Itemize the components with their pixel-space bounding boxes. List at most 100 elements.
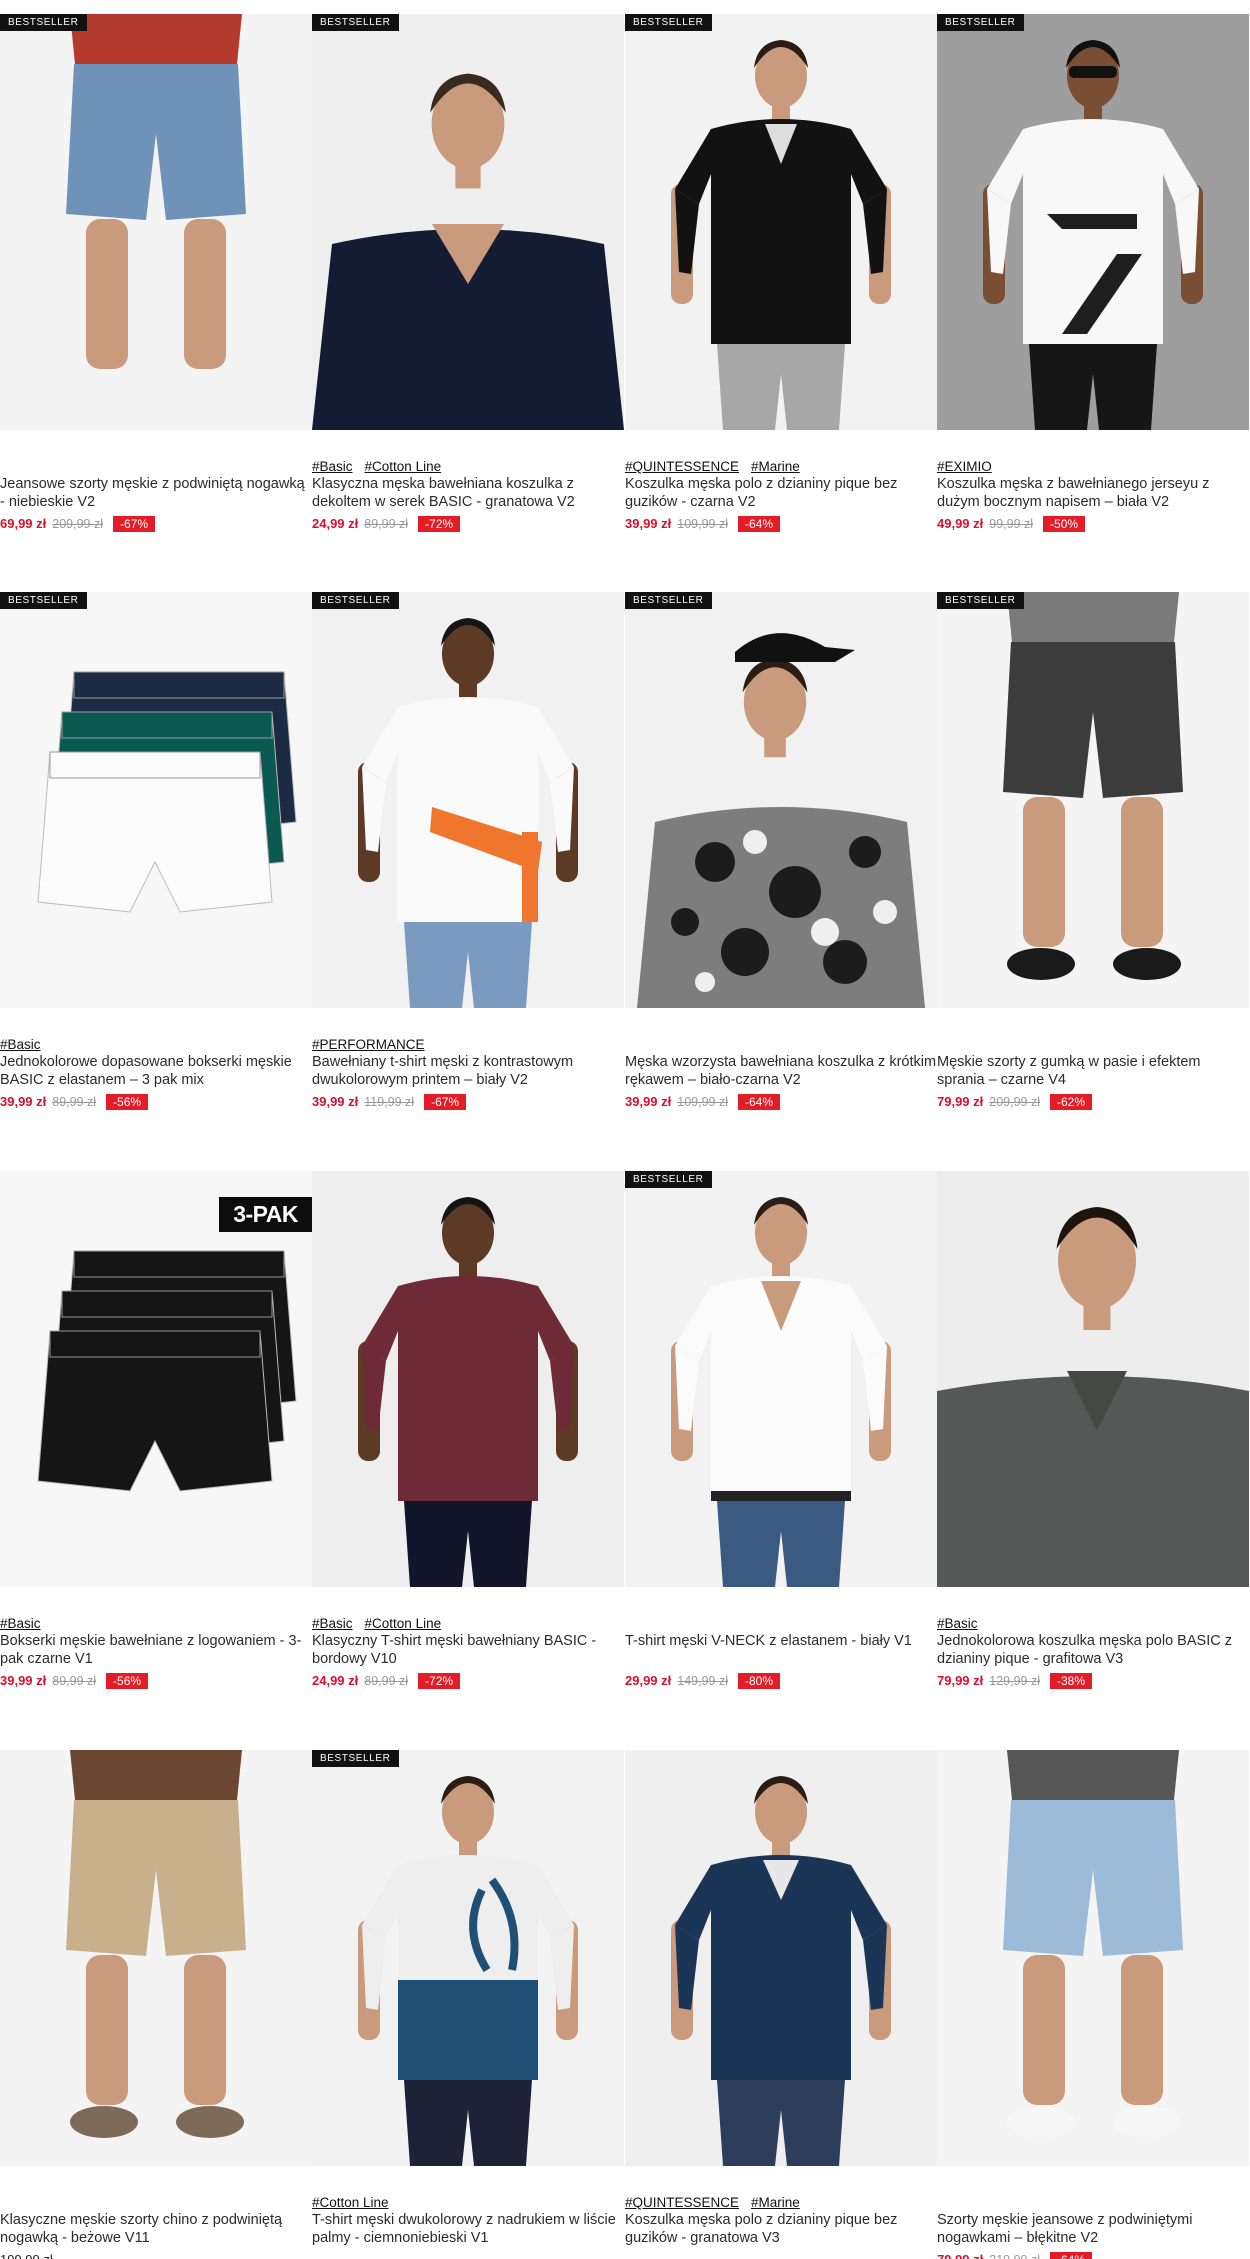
product-card[interactable]: BESTSELLER #QUINTESSENCE #Marine Koszulka m…	[625, 14, 937, 532]
collection-tags	[625, 1615, 937, 1632]
product-info: T-shirt męski V-NECK z elastanem - biały…	[625, 1615, 937, 1689]
collection-tag-link[interactable]: #Cotton Line	[365, 459, 442, 474]
old-price: 99,99 zł	[989, 517, 1034, 531]
product-image[interactable]: 3-PAK	[0, 1171, 312, 1587]
collection-tag-link[interactable]: #QUINTESSENCE	[625, 459, 739, 474]
product-card[interactable]: BESTSELLER #PERFORMANCE Bawełniany t-shirt…	[312, 592, 624, 1110]
product-card[interactable]: Klasyczne męskie szorty chino z podwinię…	[0, 1750, 312, 2259]
collection-tags: #Basic	[937, 1615, 1249, 1632]
product-card[interactable]: BESTSELLER Męska wzorzysta bawełniana kos…	[625, 592, 937, 1110]
old-price: 209,99 zł	[989, 1095, 1040, 1109]
collection-tags	[937, 1036, 1249, 1053]
collection-tag-link[interactable]: #Marine	[751, 459, 800, 474]
product-image[interactable]: BESTSELLER	[625, 592, 937, 1008]
collection-tag-link[interactable]: #Basic	[312, 1616, 353, 1631]
collection-tag-link[interactable]: #Marine	[751, 2195, 800, 2210]
product-name[interactable]: Koszulka męska polo z dzianiny pique bez…	[625, 2211, 937, 2247]
collection-tag-link[interactable]: #QUINTESSENCE	[625, 2195, 739, 2210]
product-name[interactable]: Męskie szorty z gumką w pasie i efektem …	[937, 1053, 1249, 1089]
collection-tags	[937, 2194, 1249, 2211]
product-image[interactable]: BESTSELLER	[0, 592, 312, 1008]
product-info: #PERFORMANCE Bawełniany t-shirt męski z k…	[312, 1036, 624, 1110]
collection-tag-link[interactable]: #Cotton Line	[312, 2195, 389, 2210]
product-name[interactable]: Koszulka męska polo z dzianiny pique bez…	[625, 475, 937, 511]
product-image[interactable]: BESTSELLER	[312, 592, 624, 1008]
product-info: Jeansowe szorty męskie z podwiniętą noga…	[0, 458, 312, 532]
collection-tags: #Basic #Cotton Line	[312, 1615, 624, 1632]
old-price: 119,99 zł	[364, 1095, 415, 1109]
product-card[interactable]: BESTSELLER #Cotton Line T-shirt męski dwuk…	[312, 1750, 624, 2246]
product-image[interactable]	[625, 1750, 937, 2166]
product-card[interactable]: #Basic Jednokolorowa koszulka męska polo …	[937, 1171, 1249, 1689]
discount-badge: -56%	[106, 1094, 149, 1110]
product-name[interactable]: Jeansowe szorty męskie z podwiniętą noga…	[0, 475, 312, 511]
old-price: 149,99 zł	[677, 1674, 728, 1688]
bestseller-badge: BESTSELLER	[312, 592, 400, 609]
product-card[interactable]: BESTSELLER #Basic #Cotton Line Klasyczna mę…	[312, 14, 624, 532]
collection-tags	[0, 458, 312, 475]
product-info: #Basic #Cotton Line Klasyczny T-shirt męsk…	[312, 1615, 624, 1689]
current-price: 79,99 zł	[937, 2252, 983, 2259]
old-price: 109,99 zł	[677, 1095, 728, 1109]
collection-tag-link[interactable]: #Cotton Line	[365, 1616, 442, 1631]
product-name[interactable]: Jednokolorowe dopasowane bokserki męskie…	[0, 1053, 312, 1089]
product-card[interactable]: Szorty męskie jeansowe z podwiniętymi no…	[937, 1750, 1249, 2259]
collection-tag-link[interactable]: #Basic	[937, 1616, 978, 1631]
current-price: 24,99 zł	[312, 1673, 359, 1688]
product-name[interactable]: Bokserki męskie bawełniane z logowaniem …	[0, 1632, 312, 1668]
product-image[interactable]: BESTSELLER	[937, 592, 1249, 1008]
product-image[interactable]	[937, 1750, 1249, 2166]
old-price: 219,99 zł	[989, 2253, 1040, 2259]
product-name[interactable]: Bawełniany t-shirt męski z kontrastowym …	[312, 1053, 624, 1089]
product-image[interactable]: BESTSELLER	[312, 1750, 624, 2166]
price-row: 79,99 zł 219,99 zł -64%	[937, 2252, 1249, 2259]
product-card[interactable]: #QUINTESSENCE #Marine Koszulka męska polo …	[625, 1750, 937, 2246]
product-image[interactable]	[312, 1171, 624, 1587]
product-card[interactable]: 3-PAK #Basic Bokserki męskie bawełniane z …	[0, 1171, 312, 1689]
product-card[interactable]: BESTSELLER Męskie szorty z gumką w pasie …	[937, 592, 1249, 1110]
bestseller-badge: BESTSELLER	[937, 592, 1025, 609]
product-image[interactable]: BESTSELLER	[625, 14, 937, 430]
product-name[interactable]: Szorty męskie jeansowe z podwiniętymi no…	[937, 2211, 1249, 2247]
collection-tag-link[interactable]: #PERFORMANCE	[312, 1037, 425, 1052]
collection-tag-link[interactable]: #EXIMIO	[937, 459, 992, 474]
collection-tag-link[interactable]: #Basic	[312, 459, 353, 474]
price-row: 24,99 zł 89,99 zł -72%	[312, 1673, 624, 1689]
product-name[interactable]: Klasyczny T-shirt męski bawełniany BASIC…	[312, 1632, 624, 1668]
discount-badge: -64%	[1050, 2252, 1093, 2259]
product-image[interactable]: BESTSELLER	[625, 1171, 937, 1587]
product-info: #Cotton Line T-shirt męski dwukolorowy z …	[312, 2194, 624, 2252]
product-image[interactable]	[0, 1750, 312, 2166]
collection-tag-link[interactable]: #Basic	[0, 1037, 41, 1052]
product-name[interactable]: Jednokolorowa koszulka męska polo BASIC …	[937, 1632, 1249, 1668]
discount-badge: -67%	[113, 516, 156, 532]
bestseller-badge: BESTSELLER	[312, 1750, 400, 1767]
collection-tags: #QUINTESSENCE #Marine	[625, 458, 937, 475]
product-name[interactable]: T-shirt męski V-NECK z elastanem - biały…	[625, 1632, 937, 1668]
current-price: 39,99 zł	[625, 516, 672, 531]
bestseller-badge: BESTSELLER	[0, 14, 88, 31]
product-image[interactable]: BESTSELLER	[0, 14, 312, 430]
product-name[interactable]: Koszulka męska z bawełnianego jerseyu z …	[937, 475, 1249, 511]
current-price: 39,99 zł	[0, 1094, 47, 1109]
product-card[interactable]: BESTSELLER #Basic Jednokolorowe dopasowane…	[0, 592, 312, 1110]
collection-tags	[625, 1036, 937, 1053]
product-card[interactable]: BESTSELLER Jeansowe szorty męskie z podwi…	[0, 14, 312, 532]
product-image[interactable]	[937, 1171, 1249, 1587]
current-price: 199,99 zł	[0, 2252, 53, 2259]
product-name[interactable]: Klasyczna męska bawełniana koszulka z de…	[312, 475, 624, 511]
product-info: Męska wzorzysta bawełniana koszulka z kr…	[625, 1036, 937, 1110]
product-card[interactable]: BESTSELLER T-shirt męski V-NECK z elastan…	[625, 1171, 937, 1689]
price-row: 79,99 zł 209,99 zł -62%	[937, 1094, 1249, 1110]
product-info: Klasyczne męskie szorty chino z podwinię…	[0, 2194, 312, 2259]
bestseller-badge: BESTSELLER	[625, 1171, 713, 1188]
product-name[interactable]: Męska wzorzysta bawełniana koszulka z kr…	[625, 1053, 937, 1089]
current-price: 24,99 zł	[312, 516, 359, 531]
product-image[interactable]: BESTSELLER	[312, 14, 624, 430]
product-image[interactable]: BESTSELLER	[937, 14, 1249, 430]
product-card[interactable]: BESTSELLER #EXIMIO Koszulka męska z bawełn…	[937, 14, 1249, 532]
collection-tag-link[interactable]: #Basic	[0, 1616, 41, 1631]
product-name[interactable]: Klasyczne męskie szorty chino z podwinię…	[0, 2211, 312, 2247]
product-card[interactable]: #Basic #Cotton Line Klasyczny T-shirt męsk…	[312, 1171, 624, 1689]
product-name[interactable]: T-shirt męski dwukolorowy z nadrukiem w …	[312, 2211, 624, 2247]
